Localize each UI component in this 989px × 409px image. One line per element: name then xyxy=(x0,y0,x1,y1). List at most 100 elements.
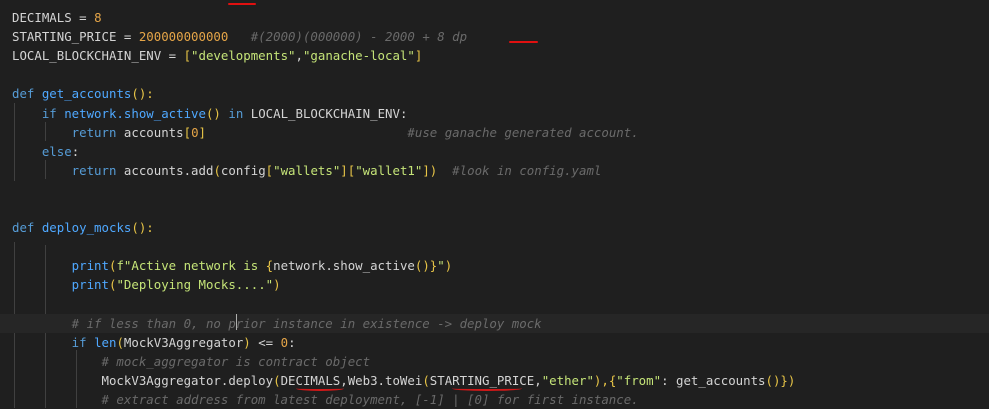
code-token: network.show_active xyxy=(273,258,415,274)
code-token: [ xyxy=(183,124,192,140)
code-line[interactable]: else: xyxy=(0,142,989,161)
code-token: (): xyxy=(131,86,154,102)
code-token: return xyxy=(12,124,124,140)
code-token: ( xyxy=(273,372,281,388)
code-token: MockV3Aggregator.deploy xyxy=(12,372,274,388)
annotation-underline xyxy=(452,386,522,391)
code-line[interactable]: LOCAL_BLOCKCHAIN_ENV = ["developments","… xyxy=(0,46,989,65)
annotation-underline xyxy=(296,386,344,391)
code-line[interactable]: def get_accounts(): xyxy=(0,84,989,103)
code-token: else xyxy=(12,143,72,159)
code-text: if network.show_active() in LOCAL_BLOCKC… xyxy=(12,104,408,123)
code-line[interactable]: print(f"Active network is {network.show_… xyxy=(0,256,989,275)
code-line[interactable] xyxy=(0,237,989,256)
code-token: "Deploying Mocks...." xyxy=(116,277,274,293)
code-token: f"Active network is xyxy=(116,258,266,274)
code-line[interactable]: STARTING_PRICE = 200000000000 #(2000)(00… xyxy=(0,27,989,46)
code-token: , xyxy=(534,372,542,388)
code-line[interactable]: def deploy_mocks(): xyxy=(0,218,989,237)
annotation-mark xyxy=(228,3,256,5)
code-text: # extract address from latest deployment… xyxy=(12,390,639,409)
code-line[interactable] xyxy=(0,199,989,218)
code-token: get_accounts xyxy=(41,86,132,102)
code-token: "wallet1" xyxy=(355,162,423,178)
code-token: accounts xyxy=(123,124,184,140)
code-token: return xyxy=(12,162,124,178)
code-token: # extract address from latest deployment… xyxy=(12,392,639,407)
code-token: STARTING_PRICE = xyxy=(12,29,139,45)
code-token: ) xyxy=(243,334,259,350)
code-line[interactable]: if network.show_active() in LOCAL_BLOCKC… xyxy=(0,104,989,123)
code-token: #look in config.yaml xyxy=(437,162,602,178)
code-line[interactable] xyxy=(0,65,989,84)
code-token: ()} xyxy=(414,258,438,274)
code-line[interactable]: # if less than 0, no prior instance in e… xyxy=(0,313,989,333)
code-token: "ganache-local" xyxy=(302,48,415,64)
code-line[interactable]: return accounts[0] #use ganache generate… xyxy=(0,123,989,142)
code-token: ] xyxy=(198,124,206,140)
code-token: 200000000000 xyxy=(138,29,229,45)
code-token: : xyxy=(288,334,296,350)
code-token: 0 xyxy=(191,124,199,140)
code-text: # if less than 0, no prior instance in e… xyxy=(12,314,542,333)
code-token: ()}) xyxy=(765,372,796,388)
code-text: print(f"Active network is {network.show_… xyxy=(12,256,453,275)
code-text: return accounts.add(config["wallets"]["w… xyxy=(12,161,602,180)
code-token: { xyxy=(265,258,274,274)
code-token: DECIMALS = xyxy=(12,10,95,25)
code-line[interactable]: DECIMALS = 8 xyxy=(0,8,989,27)
text-cursor xyxy=(236,314,237,330)
code-token: "ether" xyxy=(541,372,594,388)
code-text: MockV3Aggregator.deploy(DECIMALS,Web3.to… xyxy=(12,371,796,390)
code-line[interactable]: return accounts.add(config["wallets"]["w… xyxy=(0,161,989,180)
code-token: ) xyxy=(273,277,281,293)
code-token: ,Web3.toWei xyxy=(340,372,423,388)
code-line[interactable]: # extract address from latest deployment… xyxy=(0,390,989,409)
code-token: : get_accounts xyxy=(661,372,766,388)
code-token: : xyxy=(71,143,80,159)
code-token: ] xyxy=(414,48,423,64)
code-token: len xyxy=(94,334,117,350)
code-token: # mock_aggregator is contract object xyxy=(12,353,371,369)
code-token: ]) xyxy=(422,162,438,178)
code-token: ( xyxy=(116,334,124,350)
code-text: LOCAL_BLOCKCHAIN_ENV = ["developments","… xyxy=(12,46,422,65)
code-text: else: xyxy=(12,142,79,161)
code-token: LOCAL_BLOCKCHAIN_ENV = xyxy=(12,48,184,64)
code-token: [ xyxy=(183,48,192,64)
code-line[interactable] xyxy=(0,180,989,199)
code-token: () xyxy=(205,105,229,121)
code-editor[interactable]: DECIMALS = 8 STARTING_PRICE = 20000000000… xyxy=(0,0,989,408)
code-text: return accounts[0] #use ganache generate… xyxy=(12,123,639,142)
code-token: "developments" xyxy=(191,48,296,64)
code-token: deploy_mocks xyxy=(41,220,132,236)
code-token: #use ganache generated account. xyxy=(206,124,639,140)
code-line[interactable] xyxy=(0,295,989,314)
code-line[interactable]: if len(MockV3Aggregator) <= 0: xyxy=(0,333,989,352)
code-token: #(2000)(000000) - 2000 + 8 dp xyxy=(228,29,468,45)
code-token: MockV3Aggregator xyxy=(123,334,244,350)
code-token: 8 xyxy=(94,10,102,25)
code-line[interactable]: print("Deploying Mocks....") xyxy=(0,275,989,294)
code-token: ),{ xyxy=(593,372,617,388)
code-token: ( xyxy=(213,162,221,178)
code-token: def xyxy=(12,220,42,236)
code-token: ) xyxy=(444,258,453,274)
code-line[interactable]: # mock_aggregator is contract object xyxy=(0,352,989,371)
code-token: ( xyxy=(422,372,430,388)
code-token: accounts.add xyxy=(123,162,214,178)
code-token: if xyxy=(12,105,65,121)
code-token: # if less than 0, no prior instance in e… xyxy=(12,315,542,331)
code-token: 0 xyxy=(280,334,289,350)
code-text: def get_accounts(): xyxy=(12,84,154,103)
code-token: print xyxy=(12,258,109,274)
code-token: LOCAL_BLOCKCHAIN_ENV: xyxy=(250,105,408,121)
code-token: ][ xyxy=(340,162,356,178)
code-token: if xyxy=(12,334,95,350)
code-token: " xyxy=(437,258,445,274)
code-token: "from" xyxy=(616,372,662,388)
code-token: in xyxy=(228,105,251,121)
code-token: <= xyxy=(258,334,281,350)
code-text: print("Deploying Mocks....") xyxy=(12,275,281,294)
code-text: STARTING_PRICE = 200000000000 #(2000)(00… xyxy=(12,27,467,46)
